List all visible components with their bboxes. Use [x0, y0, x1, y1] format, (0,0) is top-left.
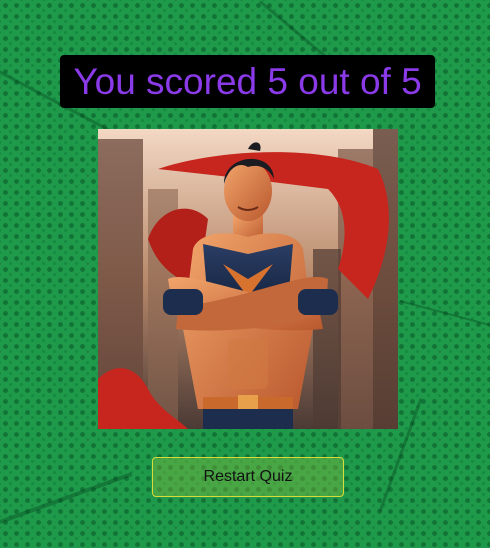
- score-banner: You scored 5 out of 5: [60, 55, 435, 108]
- hero-image: [98, 129, 398, 429]
- background-streak: [399, 300, 490, 334]
- score-text: You scored 5 out of 5: [73, 61, 422, 102]
- restart-quiz-button[interactable]: Restart Quiz: [152, 457, 344, 497]
- background-streak: [0, 472, 133, 524]
- superhero-illustration: [98, 129, 398, 429]
